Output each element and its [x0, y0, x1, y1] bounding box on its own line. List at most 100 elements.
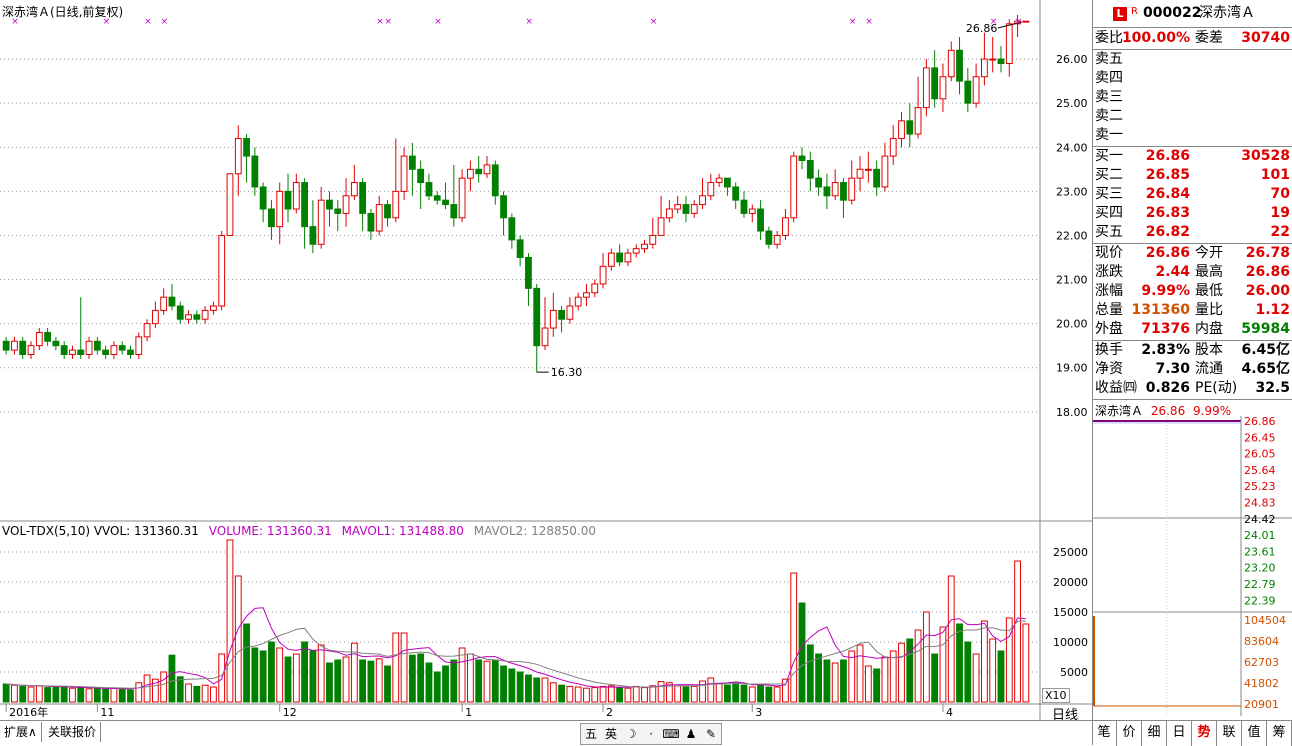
volume-bar — [989, 638, 997, 703]
volume-bar — [956, 623, 963, 703]
volume-bar — [77, 687, 85, 703]
candle-body — [566, 305, 574, 320]
candle-body — [989, 58, 997, 61]
quote-row: 涨跌 2.44 最高 26.86 — [1093, 263, 1292, 282]
volume-bar — [740, 684, 748, 703]
right-tab[interactable]: 笔 — [1092, 721, 1117, 746]
candle-body — [881, 155, 889, 188]
candle-body — [724, 177, 731, 188]
sell-level-row: 卖二 — [1093, 107, 1292, 126]
candle-body — [889, 137, 897, 157]
volume-bar — [922, 611, 930, 703]
row-label-2: 量比 — [1195, 302, 1223, 318]
volume-bar — [35, 685, 43, 703]
candle-body — [458, 177, 466, 219]
candle-body — [798, 155, 806, 162]
candle-body — [699, 195, 706, 206]
right-tab[interactable]: 势 — [1192, 721, 1217, 746]
volume-bar — [864, 665, 872, 703]
dot-icon[interactable]: · — [641, 724, 661, 744]
candle-body — [848, 177, 856, 201]
ime-english-icon[interactable]: 英 — [601, 724, 621, 744]
volume-bar — [234, 575, 242, 703]
row-label-2: 内盘 — [1195, 321, 1223, 337]
event-marker-icon: × — [144, 17, 152, 27]
right-tab[interactable]: 日 — [1167, 721, 1192, 746]
candle-body — [201, 309, 209, 320]
mavol2-value: MAVOL2: 128850.00 — [473, 524, 597, 538]
row-label-2: 股本 — [1195, 342, 1223, 358]
volume-bar — [375, 658, 383, 703]
candle-body — [185, 314, 192, 320]
right-tab[interactable]: 价 — [1117, 721, 1142, 746]
volume-bar — [1014, 560, 1021, 703]
volume-bar — [757, 683, 764, 703]
right-tab[interactable]: 细 — [1142, 721, 1167, 746]
period-label[interactable]: 日线 — [1052, 704, 1078, 723]
candle-body — [947, 49, 955, 78]
row-value-2: 26.78 — [1245, 245, 1290, 261]
candle-body — [981, 58, 988, 78]
right-tab[interactable]: 筹 — [1267, 721, 1292, 746]
keyboard-icon[interactable]: ⌨ — [661, 724, 681, 744]
volume-bar — [417, 653, 425, 703]
volume-bar — [102, 688, 110, 703]
volume-bar — [815, 653, 822, 703]
ime-wubi-icon[interactable]: 五 — [581, 724, 601, 744]
volume-bar — [69, 687, 76, 703]
weicha-value: 30740 — [1241, 30, 1290, 46]
event-marker-icon: × — [161, 17, 169, 27]
fundamental-row: 收益㈣ 0.826 PE(动) 32.5 — [1093, 379, 1292, 398]
candle-body — [707, 182, 715, 197]
candle-body — [301, 182, 308, 228]
candle-body — [243, 137, 250, 157]
candle-body — [956, 49, 963, 82]
buy-volume: 101 — [1260, 167, 1290, 183]
volume-bar — [649, 685, 657, 703]
candle-body — [732, 186, 740, 201]
volume-bar — [715, 683, 723, 703]
right-tab[interactable]: 联 — [1217, 721, 1242, 746]
row-value-2: 32.5 — [1255, 380, 1290, 396]
volume-bar — [831, 662, 839, 703]
buy-level-row: 买三 26.84 70 — [1093, 185, 1292, 204]
mini-price-axis-label: 25.64 — [1244, 464, 1276, 477]
wrench-icon[interactable]: ✎ — [701, 724, 721, 744]
l-badge: L — [1113, 7, 1127, 21]
candle-body — [35, 331, 43, 347]
volume-bar — [972, 653, 980, 703]
volume-axis-label: 10000 — [1053, 636, 1088, 649]
volume-bar — [342, 656, 350, 703]
moon-icon[interactable]: ☽ — [621, 724, 641, 744]
buy-volume: 22 — [1270, 224, 1290, 240]
volume-bar — [690, 685, 698, 703]
row-value: 26.84 — [1145, 186, 1190, 202]
expand-tab[interactable]: 扩展∧ — [0, 722, 42, 742]
right-tab[interactable]: 值 — [1242, 721, 1267, 746]
price-axis-label: 25.00 — [1056, 97, 1088, 110]
user-icon[interactable]: ♟ — [681, 724, 701, 744]
weicha-label: 委差 — [1195, 30, 1223, 46]
candle-body — [624, 252, 632, 263]
intraday-chart[interactable]: 26.86 26.45 26.05 25.64 25.23 24.83 24.42 24.01… — [1093, 416, 1292, 718]
volume-bar — [276, 647, 284, 703]
candle-body — [831, 182, 839, 197]
candle-body — [641, 243, 648, 250]
buy-volume: 19 — [1270, 205, 1290, 221]
mini-price-axis-label: 24.42 — [1244, 513, 1276, 526]
volume-bar — [359, 659, 367, 703]
related-quotes-tab[interactable]: 关联报价 — [44, 722, 102, 742]
mini-price-axis-label: 25.23 — [1244, 480, 1276, 493]
candle-body — [425, 182, 433, 197]
volume-bar — [44, 687, 51, 703]
candle-body — [259, 186, 267, 210]
volume-bar — [964, 641, 972, 703]
volume-bar — [135, 682, 143, 703]
candle-body — [541, 327, 549, 347]
row-label: 换手 — [1095, 342, 1123, 358]
row-value: 71376 — [1141, 321, 1190, 337]
stock-name: 深赤湾Ａ — [1199, 5, 1255, 21]
candle-body — [690, 204, 698, 214]
kline-chart[interactable]: 26.00 25.00 24.00 23.00 22.00 21.00 20.00 19.00… — [0, 0, 1092, 745]
event-marker-icon: × — [865, 17, 873, 27]
